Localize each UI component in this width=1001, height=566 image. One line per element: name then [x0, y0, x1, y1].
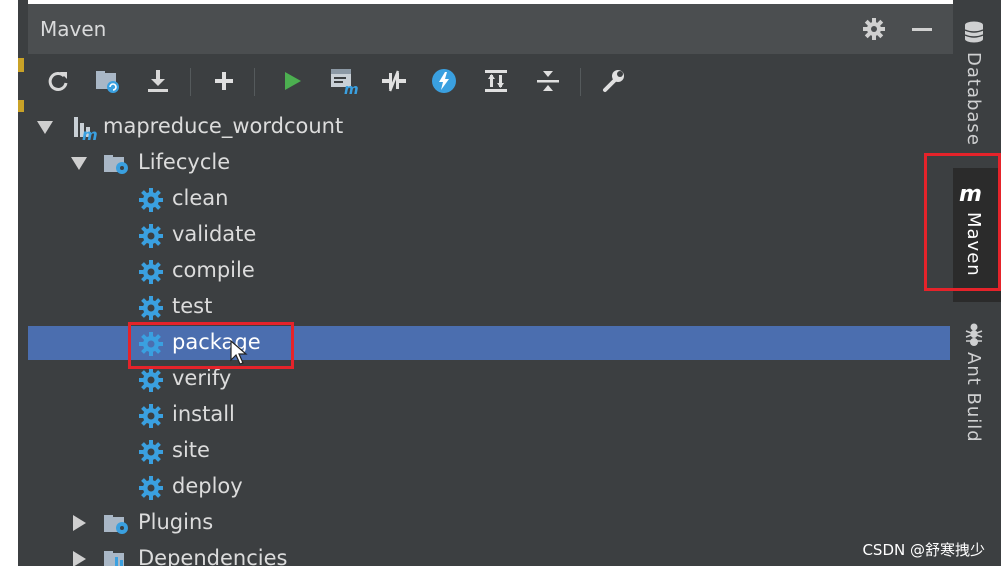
tree-node-goal-validate[interactable]: validate: [28, 218, 950, 252]
minimize-icon[interactable]: [910, 17, 934, 41]
lifecycle-folder-icon: [102, 151, 128, 175]
skip-tests-icon[interactable]: [428, 65, 460, 97]
reimport-all-icon[interactable]: [42, 65, 74, 97]
tab-ant-build-label: Ant Build: [963, 352, 984, 443]
goal-label: deploy: [172, 474, 243, 498]
svg-text:m: m: [82, 126, 98, 141]
goal-label: clean: [172, 186, 229, 210]
goal-label: test: [172, 294, 213, 318]
goal-gear-icon: [138, 367, 163, 392]
tree-node-goal-compile[interactable]: compile: [28, 254, 950, 288]
goal-gear-icon: [138, 259, 163, 284]
tree-node-goal-deploy[interactable]: deploy: [28, 470, 950, 504]
tree-node-goal-install[interactable]: install: [28, 398, 950, 432]
maven-settings-icon[interactable]: [598, 65, 630, 97]
goal-gear-icon: [138, 439, 163, 464]
lifecycle-label: Lifecycle: [138, 150, 231, 174]
dependencies-label: Dependencies: [138, 546, 288, 566]
annotation-highlight-package: [128, 322, 294, 369]
tool-window-header: Maven: [28, 4, 953, 54]
expanded-arrow-icon[interactable]: [70, 154, 88, 172]
database-icon: [963, 20, 985, 48]
goal-label: install: [172, 402, 235, 426]
plugins-label: Plugins: [138, 510, 214, 534]
tree-node-lifecycle[interactable]: Lifecycle: [28, 146, 950, 180]
goal-gear-icon: [138, 475, 163, 500]
goal-gear-icon: [138, 295, 163, 320]
download-sources-icon[interactable]: [142, 65, 174, 97]
tab-database-label: Database: [963, 52, 984, 146]
generate-sources-icon[interactable]: [92, 65, 124, 97]
run-maven-build-icon[interactable]: [276, 65, 308, 97]
goal-label: compile: [172, 258, 255, 282]
execute-maven-goal-icon[interactable]: m: [328, 65, 360, 97]
goal-label: site: [172, 438, 210, 462]
annotation-highlight-maven-tab: [924, 153, 1001, 291]
tab-database[interactable]: Database: [953, 12, 1001, 152]
collapse-all-icon[interactable]: [532, 65, 564, 97]
expanded-arrow-icon[interactable]: [36, 118, 54, 136]
collapsed-arrow-icon[interactable]: [70, 550, 88, 566]
goal-label: validate: [172, 222, 257, 246]
show-dependencies-icon[interactable]: [480, 65, 512, 97]
plugins-folder-icon: [102, 511, 128, 535]
maven-tool-window: Maven m m mapreduce_wordcount Lifecycle …: [28, 4, 953, 566]
collapsed-arrow-icon[interactable]: [70, 514, 88, 532]
toggle-offline-mode-icon[interactable]: [378, 65, 410, 97]
maven-module-icon: m: [70, 115, 98, 144]
goal-label: verify: [172, 366, 232, 390]
gear-icon[interactable]: [862, 17, 886, 41]
panel-title: Maven: [40, 17, 107, 41]
tree-node-dependencies[interactable]: Dependencies: [28, 542, 950, 566]
svg-text:m: m: [344, 82, 359, 95]
editor-edge: [0, 0, 28, 566]
tree-node-goal-site[interactable]: site: [28, 434, 950, 468]
tab-ant-build[interactable]: Ant Build: [953, 316, 1001, 466]
tree-node-goal-test[interactable]: test: [28, 290, 950, 324]
goal-gear-icon: [138, 223, 163, 248]
ant-icon: [963, 322, 985, 350]
tree-node-plugins[interactable]: Plugins: [28, 506, 950, 540]
watermark: CSDN @舒寒拽少: [862, 541, 985, 559]
project-name: mapreduce_wordcount: [103, 114, 344, 138]
tree-node-goal-clean[interactable]: clean: [28, 182, 950, 216]
goal-gear-icon: [138, 187, 163, 212]
mouse-cursor-icon: [230, 339, 248, 366]
maven-toolbar: m: [28, 56, 953, 106]
goal-gear-icon: [138, 403, 163, 428]
tree-node-project[interactable]: m mapreduce_wordcount: [28, 110, 950, 144]
dependencies-folder-icon: [102, 547, 128, 566]
add-maven-projects-icon[interactable]: [208, 65, 240, 97]
